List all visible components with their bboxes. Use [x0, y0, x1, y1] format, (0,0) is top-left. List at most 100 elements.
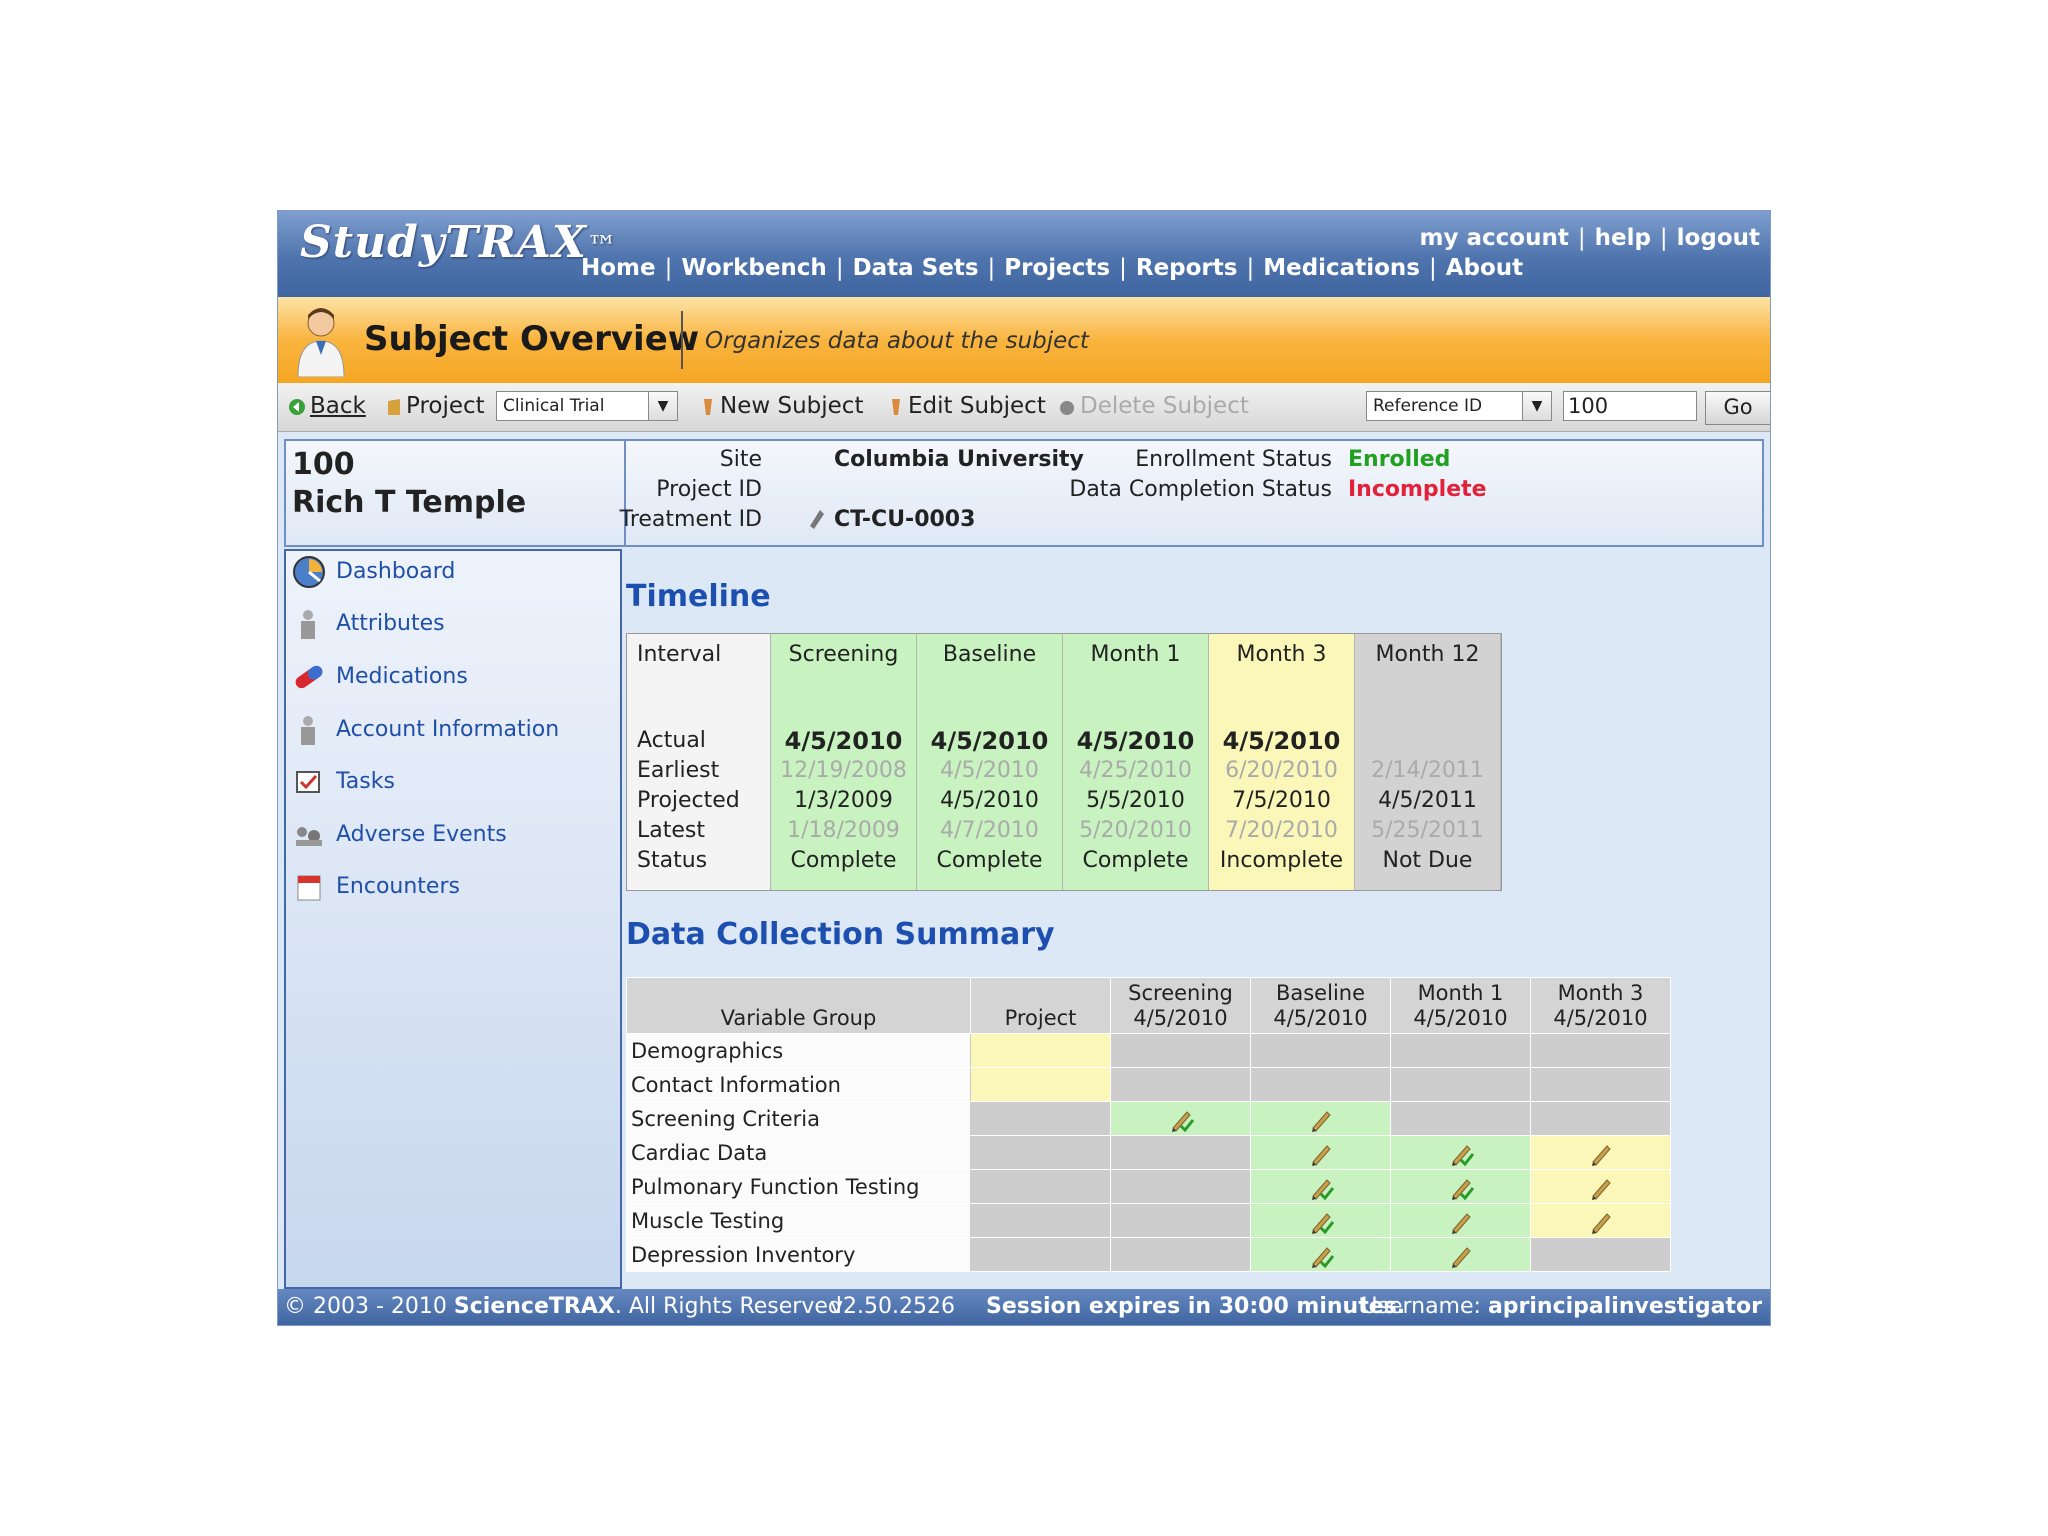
- pencil-check-icon[interactable]: [1307, 1174, 1335, 1200]
- summary-row: Depression Inventory: [626, 1237, 1671, 1272]
- nav-link-about[interactable]: About: [1446, 255, 1523, 281]
- summary-cell: [970, 1067, 1111, 1102]
- nav-link-data-sets[interactable]: Data Sets: [853, 255, 979, 281]
- sidebar-item-encounters[interactable]: Encounters: [290, 868, 610, 908]
- sidebar-item-label: Dashboard: [336, 559, 456, 584]
- pencil-check-icon[interactable]: [1307, 1242, 1335, 1268]
- pencil-icon[interactable]: [1587, 1140, 1615, 1166]
- pencil-icon[interactable]: [1447, 1208, 1475, 1234]
- summary-cell: [970, 1169, 1111, 1204]
- treatment-id-value: CT-CU-0003: [834, 507, 976, 532]
- summary-column-header: Screening 4/5/2010: [1110, 977, 1251, 1034]
- sidebar-item-label: Attributes: [336, 611, 445, 636]
- calendar-icon: [297, 875, 321, 901]
- summary-cell: [1110, 1237, 1251, 1272]
- back-label: Back: [310, 393, 366, 419]
- summary-cell[interactable]: [1250, 1203, 1391, 1238]
- pencil-icon[interactable]: [1307, 1106, 1335, 1132]
- summary-row: Cardiac Data: [626, 1135, 1671, 1170]
- page-subtitle: Organizes data about the subject: [705, 328, 1089, 354]
- timeline-table: Interval Actual Earliest Projected Latest Sta…: [626, 633, 1502, 891]
- sidebar-item-adverse-events[interactable]: Adverse Events: [290, 816, 610, 856]
- timeline-row-label: Actual: [637, 728, 706, 753]
- summary-cell[interactable]: [1390, 1135, 1531, 1170]
- go-button[interactable]: Go: [1705, 391, 1770, 425]
- timeline-actual: 4/5/2010: [930, 727, 1049, 755]
- pencil-icon[interactable]: [1307, 1140, 1335, 1166]
- user-link-help[interactable]: help: [1595, 225, 1651, 251]
- summary-cell[interactable]: [1530, 1169, 1671, 1204]
- pencil-check-icon[interactable]: [1447, 1174, 1475, 1200]
- project-label-text: Project: [406, 393, 485, 419]
- sidebar-item-medications[interactable]: Medications: [290, 658, 610, 698]
- summary-cell[interactable]: [1110, 1101, 1251, 1136]
- nav-separator: |: [987, 255, 996, 281]
- reference-input[interactable]: 100: [1563, 391, 1697, 421]
- summary-cell[interactable]: [1250, 1101, 1391, 1136]
- nav-separator: |: [1119, 255, 1127, 281]
- sidebar-item-dashboard[interactable]: Dashboard: [290, 553, 610, 593]
- timeline-interval-baseline[interactable]: Baseline 4/5/2010 4/5/2010 4/5/2010 4/7/2010…: [917, 634, 1063, 890]
- nav-link-projects[interactable]: Projects: [1004, 255, 1110, 281]
- pencil-icon[interactable]: [1587, 1174, 1615, 1200]
- summary-cell[interactable]: [1250, 1169, 1391, 1204]
- user-nav: my account | help | logout: [1420, 225, 1760, 251]
- summary-cell: [970, 1135, 1111, 1170]
- timeline-latest: 5/25/2011: [1371, 818, 1484, 843]
- toolbar: Back Project Clinical Trial ▼ New Subjec…: [278, 383, 1770, 432]
- back-button[interactable]: Back: [288, 393, 366, 419]
- header-line2: 4/5/2010: [1273, 1006, 1368, 1030]
- summary-cell[interactable]: [1530, 1135, 1671, 1170]
- pencil-icon[interactable]: [1587, 1208, 1615, 1234]
- sidebar-item-attributes[interactable]: Attributes: [290, 605, 610, 645]
- timeline-interval-screening[interactable]: Screening 4/5/2010 12/19/2008 1/3/2009 1/18/…: [771, 634, 917, 890]
- nav-link-medications[interactable]: Medications: [1263, 255, 1420, 281]
- summary-cell: [970, 1033, 1111, 1068]
- sidebar-item-account-information[interactable]: Account Information: [290, 711, 610, 751]
- timeline-interval-month-12[interactable]: Month 12 2/14/2011 4/5/2011 5/25/2011 Not Du…: [1355, 634, 1501, 890]
- timeline-earliest: 6/20/2010: [1225, 758, 1338, 783]
- project-select[interactable]: Clinical Trial ▼: [496, 391, 678, 421]
- timeline-earliest: 4/5/2010: [940, 758, 1039, 783]
- nav-separator: |: [1428, 255, 1437, 281]
- pencil-icon[interactable]: [1447, 1242, 1475, 1268]
- summary-cell[interactable]: [1390, 1169, 1531, 1204]
- user-link-logout[interactable]: logout: [1677, 225, 1760, 251]
- interval-name: Baseline: [942, 642, 1037, 667]
- subject-person-icon: [297, 308, 345, 377]
- delete-subject-button[interactable]: Delete Subject: [1058, 393, 1249, 419]
- wrench-icon[interactable]: [808, 509, 826, 531]
- summary-cell[interactable]: [1530, 1203, 1671, 1238]
- chevron-down-icon[interactable]: ▼: [1522, 392, 1551, 420]
- main-content: Timeline Interval Actual Earliest Projected…: [622, 549, 1768, 1289]
- sidebar-item-tasks[interactable]: Tasks: [290, 763, 610, 803]
- summary-cell[interactable]: [1390, 1203, 1531, 1238]
- timeline-interval-month-1[interactable]: Month 1 4/5/2010 4/25/2010 5/5/2010 5/20/201…: [1063, 634, 1209, 890]
- reference-select[interactable]: Reference ID ▼: [1366, 391, 1552, 421]
- project-select-value: Clinical Trial: [503, 396, 605, 416]
- pill-icon: [295, 665, 323, 689]
- timeline-row-label: Status: [637, 848, 708, 873]
- data-collection-summary-table: Variable Group Project Screening 4/5/2010 Ba…: [626, 977, 1671, 1272]
- new-subject-button[interactable]: New Subject: [700, 393, 863, 419]
- enrollment-status-label: Enrollment Status: [1135, 447, 1332, 472]
- pencil-check-icon[interactable]: [1307, 1208, 1335, 1234]
- summary-cell[interactable]: [1250, 1237, 1391, 1272]
- nav-link-reports[interactable]: Reports: [1136, 255, 1238, 281]
- summary-row: Screening Criteria: [626, 1101, 1671, 1136]
- data-completion-label: Data Completion Status: [1069, 477, 1332, 502]
- pencil-check-icon[interactable]: [1447, 1140, 1475, 1166]
- nav-link-workbench[interactable]: Workbench: [681, 255, 826, 281]
- timeline-interval-month-3[interactable]: Month 3 4/5/2010 6/20/2010 7/5/2010 7/20/201…: [1209, 634, 1355, 890]
- summary-cell[interactable]: [1390, 1237, 1531, 1272]
- edit-subject-button[interactable]: Edit Subject: [888, 393, 1046, 419]
- summary-cell[interactable]: [1250, 1135, 1391, 1170]
- user-link-my-account[interactable]: my account: [1420, 225, 1569, 251]
- checkbox-icon: [296, 771, 320, 793]
- pencil-check-icon[interactable]: [1167, 1106, 1195, 1132]
- nav-link-home[interactable]: Home: [581, 255, 656, 281]
- chevron-down-icon[interactable]: ▼: [648, 392, 677, 420]
- studytrax-logo[interactable]: StudyTRAX™: [300, 217, 618, 268]
- delete-subject-label: Delete Subject: [1080, 393, 1249, 419]
- username-label: Username:: [1361, 1294, 1481, 1319]
